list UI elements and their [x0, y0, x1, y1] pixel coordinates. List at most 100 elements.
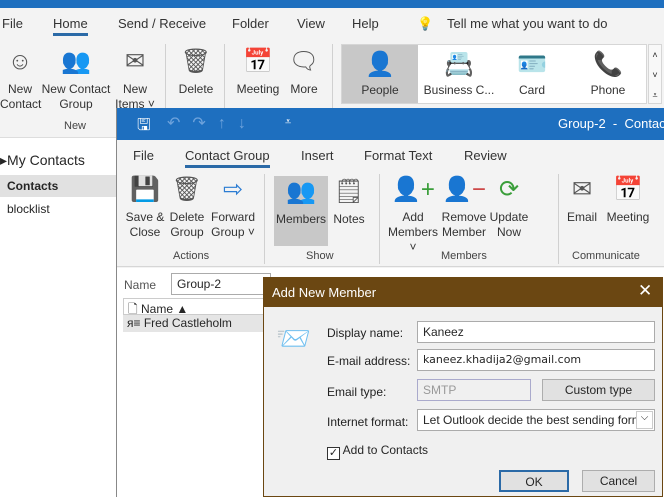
save-close-button[interactable]: 💾 Save & Close: [123, 174, 167, 240]
group-name-input[interactable]: Group-2: [171, 273, 271, 295]
remove-person-icon: 👤−: [442, 176, 486, 203]
internet-format-label: Internet format:: [327, 415, 409, 429]
internet-format-select[interactable]: Let Outlook decide the best sending form…: [417, 409, 655, 431]
new-contact-group-button[interactable]: 👥 New Contact Group: [40, 46, 112, 112]
tab-send-receive[interactable]: Send / Receive: [118, 16, 206, 31]
main-tabs: File Home Send / Receive Folder View Hel…: [0, 8, 664, 40]
chat-icon: 🗨: [288, 48, 320, 75]
email-type-label: Email type:: [327, 385, 387, 399]
email-type-input: SMTP: [417, 379, 531, 401]
trash-icon: 🗑: [171, 176, 203, 203]
tab-contact-group[interactable]: Contact Group: [185, 148, 270, 168]
title-bar: [0, 0, 664, 8]
tab-help[interactable]: Help: [352, 16, 379, 31]
add-new-member-dialog: Add New Member ✕ 📨 Display name: Kaneez …: [263, 277, 663, 497]
trash-icon: 🗑: [180, 48, 212, 75]
meeting-button[interactable]: 📅 Meeting: [232, 46, 284, 97]
phone-icon: 📞: [593, 51, 623, 78]
gallery-scroll[interactable]: ˄ ˅ ⩡: [648, 44, 662, 104]
save-icon[interactable]: 🖫: [137, 114, 151, 141]
display-name-input[interactable]: Kaneez: [417, 321, 655, 343]
tab-format-text[interactable]: Format Text: [364, 148, 432, 163]
tab-review[interactable]: Review: [464, 148, 507, 163]
divider: [558, 174, 559, 264]
more-button[interactable]: 🗨 More: [286, 46, 322, 97]
delete-group-button[interactable]: 🗑 Delete Group: [167, 174, 207, 240]
meeting-button[interactable]: 📅 Meeting: [603, 174, 653, 225]
tab-view[interactable]: View: [297, 16, 325, 31]
customize-toolbar-icon[interactable]: ⩡: [285, 116, 291, 129]
checkbox-check-icon[interactable]: ✓: [327, 447, 340, 460]
new-items-button[interactable]: ✉ New Items ˅: [114, 46, 156, 112]
close-icon[interactable]: ✕: [638, 281, 652, 301]
remove-member-button[interactable]: 👤− Remove Member: [441, 174, 487, 240]
people-icon: 👥: [61, 48, 91, 75]
group-tabs: File Contact Group Insert Format Text Re…: [117, 140, 664, 170]
view-gallery: 👤 People 📇 Business C... 🪪 Card 📞 Phone: [341, 44, 647, 104]
cancel-button[interactable]: Cancel: [582, 470, 655, 492]
calendar-icon: 📅: [613, 176, 643, 203]
tab-folder[interactable]: Folder: [232, 16, 269, 31]
tab-insert[interactable]: Insert: [301, 148, 334, 163]
forward-contact-icon: ⇨: [222, 176, 244, 203]
dialog-title-bar: Add New Member ✕: [264, 278, 662, 307]
tab-home[interactable]: Home: [53, 16, 88, 36]
dialog-title: Add New Member: [272, 285, 377, 300]
group-label-actions: Actions: [173, 250, 210, 262]
business-card-icon: 📇: [444, 51, 474, 78]
lightbulb-icon: 💡: [417, 16, 434, 31]
members-button[interactable]: 👥 Members: [274, 176, 328, 246]
view-phone[interactable]: 📞 Phone: [574, 45, 642, 98]
group-label-communicate: Communicate: [572, 250, 640, 262]
email-address-label: E-mail address:: [327, 354, 411, 368]
group-label-show: Show: [306, 250, 334, 262]
chevron-down-icon[interactable]: ⌵: [636, 411, 653, 429]
tell-me-search[interactable]: Tell me what you want to do: [447, 16, 607, 31]
window-title: Group-2 - Contact: [558, 116, 664, 131]
calendar-icon: 📅: [243, 48, 273, 75]
forward-group-button[interactable]: ⇨ Forward Group ˅: [209, 174, 257, 240]
group-label-members: Members: [441, 250, 487, 262]
email-address-input[interactable]: kaneez.khadija2@gmail.com: [417, 349, 655, 371]
my-contacts-header[interactable]: ▸My Contacts: [0, 152, 85, 169]
note-icon: 🗒: [333, 178, 365, 205]
member-row[interactable]: ᴙ≡ Fred Castleholm: [123, 315, 273, 332]
divider: [379, 174, 380, 264]
update-now-button[interactable]: ⟳ Update Now: [487, 174, 531, 240]
group-label-new: New: [64, 120, 87, 132]
refresh-people-icon: ⟳: [498, 176, 520, 203]
contact-card-envelope-icon: 📨: [276, 323, 311, 354]
divider: [264, 174, 265, 264]
tab-file[interactable]: File: [133, 148, 154, 163]
name-label: Name: [124, 278, 157, 292]
person-icon: 👤: [365, 51, 395, 78]
contact-icon: ᴙ≡: [127, 316, 141, 330]
custom-type-button[interactable]: Custom type: [542, 379, 655, 401]
delete-button[interactable]: 🗑 Delete: [174, 46, 218, 97]
email-button[interactable]: ✉ Email: [563, 174, 601, 225]
envelope-icon: ✉: [124, 48, 146, 75]
display-name-label: Display name:: [327, 326, 404, 340]
window-title-bar: 🖫 ↶↷↑↓ ⩡ Group-2 - Contact: [117, 108, 664, 140]
contact-icon: ☺: [7, 48, 33, 75]
notes-button[interactable]: 🗒 Notes: [329, 176, 369, 227]
envelope-icon: ✉: [571, 176, 593, 203]
folder-pane: ▸My Contacts Contacts blocklist: [0, 138, 116, 497]
nav-item-blocklist[interactable]: blocklist: [7, 202, 50, 216]
ok-button[interactable]: OK: [499, 470, 569, 492]
list-header-name[interactable]: 🗋 Name ▲: [123, 298, 273, 316]
new-contact-button[interactable]: ☺ New Contact: [0, 46, 41, 112]
undo-redo-arrows-icon[interactable]: ↶↷↑↓: [167, 113, 258, 133]
card-icon: 🪪: [517, 51, 547, 78]
view-business-card[interactable]: 📇 Business C...: [420, 45, 498, 98]
save-close-icon: 💾: [130, 176, 160, 203]
add-person-icon: 👤+: [391, 176, 435, 203]
nav-item-contacts[interactable]: Contacts: [0, 175, 116, 197]
view-people[interactable]: 👤 People: [342, 45, 418, 103]
group-ribbon: 💾 Save & Close 🗑 Delete Group ⇨ Forward Group …: [117, 170, 664, 267]
add-to-contacts-checkbox[interactable]: ✓ Add to Contacts: [327, 443, 428, 460]
tab-file[interactable]: File: [2, 16, 23, 31]
members-icon: 👥: [286, 178, 316, 205]
add-members-button[interactable]: 👤+ Add Members ˅: [385, 174, 441, 255]
view-card[interactable]: 🪪 Card: [500, 45, 564, 98]
